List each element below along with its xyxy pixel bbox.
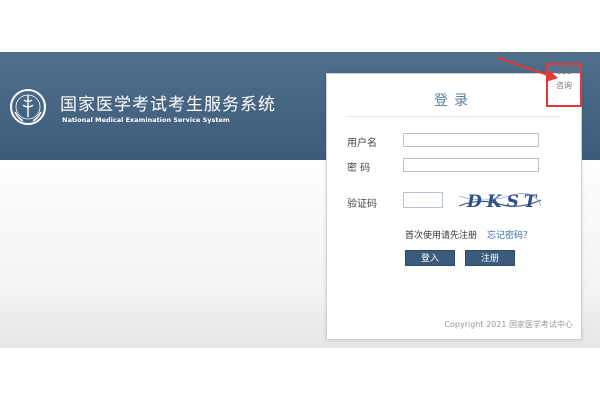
- register-link[interactable]: 首次使用请先注册: [405, 228, 477, 241]
- login-title: 登录: [434, 93, 474, 109]
- register-button[interactable]: 注册: [465, 250, 515, 266]
- captcha-input[interactable]: [403, 192, 443, 208]
- login-panel: 登录 用户名 密 码 验证码 DKST 首次使用请先注册 忘记密码？ 登入 注册…: [326, 73, 582, 340]
- title-divider: [347, 116, 561, 117]
- captcha-image[interactable]: DKST: [459, 184, 541, 216]
- username-label: 用户名: [347, 138, 377, 149]
- corner-label: 咨询: [556, 81, 572, 90]
- copyright-text: Copyright 2021 国家医学考试中心: [444, 320, 573, 329]
- corner-consult-widget[interactable]: ▪ ▪ ▪ 咨询: [546, 63, 582, 107]
- password-input[interactable]: [403, 158, 539, 172]
- site-title: 国家医学考试考生服务系统: [60, 95, 276, 115]
- corner-dots: ▪ ▪ ▪: [557, 70, 571, 76]
- captcha-label: 验证码: [347, 199, 377, 210]
- site-subtitle: National Medical Examination Service Sys…: [62, 116, 230, 124]
- password-label: 密 码: [347, 163, 371, 174]
- emblem-logo-icon: [10, 89, 46, 125]
- captcha-text: DKST: [466, 192, 541, 212]
- username-input[interactable]: [403, 133, 539, 147]
- login-button[interactable]: 登入: [405, 250, 455, 266]
- forgot-password-link[interactable]: 忘记密码？: [487, 228, 532, 241]
